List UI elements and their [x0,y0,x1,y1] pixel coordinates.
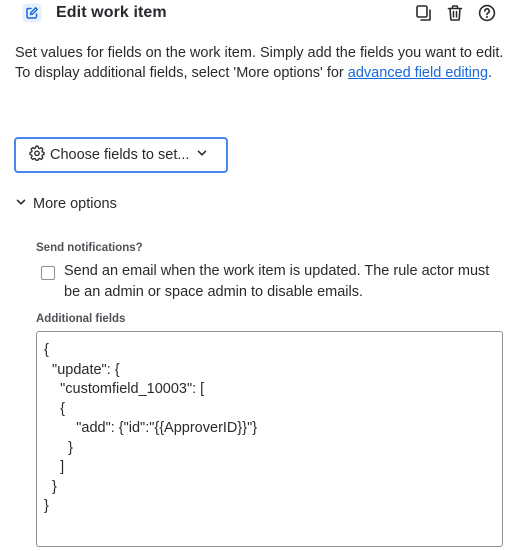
chevron-down-icon [196,146,208,164]
help-circle-icon[interactable] [477,3,497,23]
trash-icon[interactable] [445,3,465,23]
more-options-toggle[interactable]: More options [15,193,117,215]
advanced-field-editing-link[interactable]: advanced field editing [348,65,488,81]
additional-fields-label: Additional fields [36,313,126,325]
chevron-down-icon [15,195,27,213]
gear-icon [29,145,45,166]
additional-fields-editor[interactable]: { "update": { "customfield_10003": [ { "… [36,331,503,547]
copy-icon[interactable] [414,3,434,23]
page-title: Edit work item [56,4,167,21]
choose-fields-button[interactable]: Choose fields to set... [14,137,228,173]
send-notifications-checkbox[interactable] [41,266,55,280]
pencil-square-icon [22,3,42,23]
description-line-2-text: To display additional fields, select 'Mo… [15,65,348,81]
choose-fields-label: Choose fields to set... [50,147,190,163]
send-notifications-checkbox-text[interactable]: Send an email when the work item is upda… [64,261,509,303]
description: Set values for fields on the work item. … [15,43,510,83]
more-options-label: More options [33,196,117,212]
send-notifications-label: Send notifications? [36,242,143,254]
description-line-1: Set values for fields on the work item. … [15,45,504,61]
description-line-2-suffix: . [488,65,493,81]
description-line-2: To display additional fields, select 'Mo… [15,63,510,83]
panel-header: Edit work item [0,0,521,30]
